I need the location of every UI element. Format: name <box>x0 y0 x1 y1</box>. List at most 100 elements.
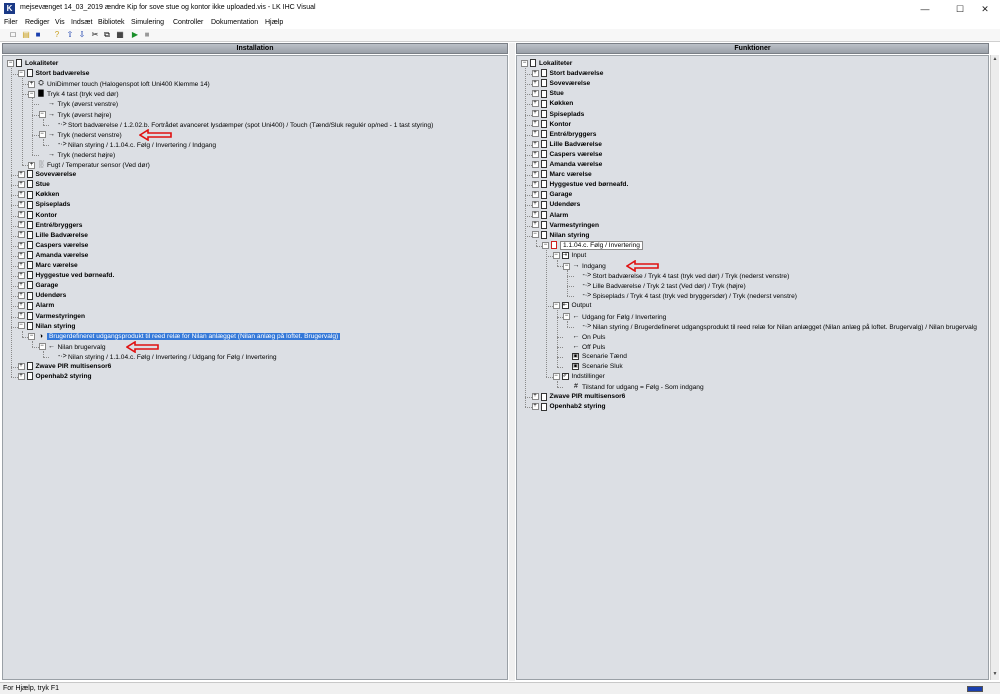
tree-node-sovev-relse[interactable]: + Soveværelse <box>17 170 76 180</box>
paste-icon[interactable]: ▦ <box>115 30 125 40</box>
download-icon[interactable]: ⇩ <box>77 30 87 40</box>
tree-node-hyggestue-ved-b-rneafd[interactable]: + Hyggestue ved børneafd. <box>17 271 114 281</box>
tree-node-alarm[interactable]: + Alarm <box>17 301 54 311</box>
expand-icon[interactable]: + <box>17 292 25 300</box>
tree-node-stue[interactable]: + Stue <box>531 89 564 99</box>
collapse-icon[interactable]: − <box>552 372 560 380</box>
tree-node-stue[interactable]: + Stue <box>17 180 50 190</box>
tree-node-garage[interactable]: + Garage <box>531 190 572 200</box>
expand-icon[interactable]: + <box>17 261 25 269</box>
collapse-icon[interactable]: − <box>17 69 25 77</box>
collapse-icon[interactable]: − <box>563 262 570 270</box>
expand-icon[interactable]: + <box>531 120 539 128</box>
tree-node-lille-badv-relse[interactable]: + Lille Badværelse <box>531 140 602 150</box>
expand-icon[interactable]: + <box>17 211 25 219</box>
tree-node-marc-v-relse[interactable]: + Marc værelse <box>17 261 78 271</box>
collapse-icon[interactable]: − <box>38 111 46 118</box>
expand-icon[interactable]: + <box>531 100 539 108</box>
tree-node-stort-badv-relse[interactable]: + Stort badværelse <box>531 69 603 79</box>
tree-node-lokaliteter[interactable]: − Lokaliteter <box>521 59 572 69</box>
expand-icon[interactable]: + <box>531 79 539 87</box>
tree-node-amanda-v-relse[interactable]: + Amanda værelse <box>17 251 88 261</box>
tree-node-sovev-relse[interactable]: + Soveværelse <box>531 79 590 89</box>
tree-node-spiseplads[interactable]: + Spiseplads <box>17 200 70 210</box>
expand-icon[interactable]: + <box>17 312 25 320</box>
tree-node-udend-rs[interactable]: + Udendørs <box>531 200 580 210</box>
menu-indsaet[interactable]: Indsæt <box>71 19 92 26</box>
tree-node-nilan-styring[interactable]: − Nilan styring <box>17 321 75 332</box>
expand-icon[interactable]: + <box>531 160 539 168</box>
tree-node-k-kken[interactable]: + Køkken <box>531 99 573 109</box>
expand-icon[interactable]: + <box>531 110 539 118</box>
expand-icon[interactable]: + <box>531 180 539 188</box>
tree-node-scenarie-sluk[interactable]: ▣ Scenarie Sluk <box>563 362 623 372</box>
tree-node-garage[interactable]: + Garage <box>17 281 58 291</box>
tree-node-hyggestue-ved-b-rneafd[interactable]: + Hyggestue ved børneafd. <box>531 180 628 190</box>
tree-node-k-kken[interactable]: + Køkken <box>17 190 59 200</box>
expand-icon[interactable]: + <box>17 251 25 259</box>
upload-icon[interactable]: ⇧ <box>65 30 75 40</box>
expand-icon[interactable]: + <box>531 90 539 98</box>
tree-node-tryk-4-tast-tryk-ved-d-r[interactable]: − ▇ Tryk 4 tast (tryk ved dør) <box>28 89 119 99</box>
tree-node-openhab2-styring[interactable]: + Openhab2 styring <box>17 372 92 382</box>
tree-node-tryk-nederst-venstre[interactable]: − → Tryk (nederst venstre) <box>38 130 122 140</box>
collapse-icon[interactable]: − <box>552 251 560 259</box>
tree-node-marc-v-relse[interactable]: + Marc værelse <box>531 170 592 180</box>
expand-icon[interactable]: + <box>17 191 25 199</box>
tree-node-caspers-v-relse[interactable]: + Caspers værelse <box>531 150 602 160</box>
save-icon[interactable]: ■ <box>33 30 43 40</box>
expand-icon[interactable]: + <box>17 201 25 209</box>
expand-icon[interactable]: + <box>531 191 539 199</box>
expand-icon[interactable]: + <box>17 362 25 370</box>
tree-node-entre-bryggers[interactable]: + Entré/bryggers <box>531 129 596 140</box>
collapse-icon[interactable]: − <box>38 131 46 139</box>
tree-node-udend-rs[interactable]: + Udendørs <box>17 291 66 301</box>
expand-icon[interactable]: + <box>531 130 539 138</box>
installation-tree[interactable]: − Lokaliteter − Stort badværelse + ⛭ UniDimmer… <box>2 55 508 680</box>
tree-node-unidimmer-touch-halogenspot-loft-uni400-[interactable]: + ⛭ UniDimmer touch (Halogenspot loft Uni4… <box>28 79 210 89</box>
tree-node-spiseplads-tryk-4-tast-tryk-ved-bryggers[interactable]: -·>Spiseplads / Tryk 4 tast (tryk ved br… <box>574 291 797 301</box>
tree-node-lille-badv-relse[interactable]: + Lille Badværelse <box>17 230 88 241</box>
tree-node-tilstand-for-udgang-f-lg-som-indgang[interactable]: # Tilstand for udgang = Følg - Som indgan… <box>563 382 704 392</box>
tree-node-tryk-verst-venstre[interactable]: → Tryk (øverst venstre) <box>39 99 118 109</box>
expand-icon[interactable]: + <box>17 271 25 279</box>
tree-node-nilan-styring-1-1-04-c-f-lg-invertering-[interactable]: -·>Nilan styring / 1.1.04.c. Følg / Inve… <box>49 140 216 150</box>
menu-simulering[interactable]: Simulering <box>131 19 164 26</box>
expand-icon[interactable]: + <box>531 211 539 219</box>
open-icon[interactable]: ▤ <box>21 30 31 40</box>
tree-node-tryk-verst-h-jre[interactable]: − → Tryk (øverst højre) <box>38 110 111 120</box>
expand-icon[interactable]: + <box>531 150 539 158</box>
tree-node-brugerdefineret-udgangsprodukt-til-reed-[interactable]: − ◑ Brugerdefineret udgangsprodukt til ree… <box>28 332 341 342</box>
scroll-up-icon[interactable]: ▲ <box>991 55 999 64</box>
new-icon[interactable]: □ <box>8 30 18 40</box>
expand-icon[interactable]: + <box>28 80 35 88</box>
tree-node-indstillinger[interactable]: − ✐ Indstillinger <box>552 372 605 382</box>
tree-node-stort-badv-relse-tryk-4-tast-tryk-ved-d-[interactable]: -·>Stort badværelse / Tryk 4 tast (tryk … <box>574 271 790 281</box>
tree-node-nilan-styring[interactable]: − Nilan styring <box>531 230 589 241</box>
tree-node-nilan-styring-brugerdefineret-udgangspro[interactable]: -·>Nilan styring / Brugerdefineret udgan… <box>574 322 977 332</box>
menu-rediger[interactable]: Rediger <box>25 19 50 26</box>
tree-node-output[interactable]: − ⇤ Output <box>552 301 591 311</box>
expand-icon[interactable]: + <box>531 170 539 178</box>
expand-icon[interactable]: + <box>531 140 539 148</box>
tree-node-amanda-v-relse[interactable]: + Amanda værelse <box>531 160 602 170</box>
tree-node-fugt-temperatur-sensor-ved-d-r[interactable]: + ░ Fugt / Temperatur sensor (Ved dør) <box>28 160 150 170</box>
tree-node-varmestyringen[interactable]: + Varmestyringen <box>531 220 599 231</box>
tree-node-entre-bryggers[interactable]: + Entré/bryggers <box>17 220 82 231</box>
expand-icon[interactable]: + <box>531 393 539 401</box>
expand-icon[interactable]: + <box>531 69 539 77</box>
expand-icon[interactable]: + <box>17 170 25 178</box>
tree-node-zwave-pir-multisensor6[interactable]: + Zwave PIR multisensor6 <box>17 362 111 372</box>
tree-node-alarm[interactable]: + Alarm <box>531 210 568 221</box>
expand-icon[interactable]: + <box>17 241 25 249</box>
tree-node-kontor[interactable]: + Kontor <box>17 210 57 221</box>
run-icon[interactable]: ▶ <box>130 30 140 40</box>
tree-node-stort-badv-relse[interactable]: − Stort badværelse <box>17 69 89 79</box>
expand-icon[interactable]: + <box>17 231 25 239</box>
tree-node-kontor[interactable]: + Kontor <box>531 119 571 130</box>
collapse-icon[interactable]: − <box>28 333 35 341</box>
tree-node-nilan-brugervalg[interactable]: − ← Nilan brugervalg <box>38 342 106 352</box>
menu-dokumentation[interactable]: Dokumentation <box>211 19 258 26</box>
menu-filer[interactable]: Filer <box>4 19 18 26</box>
tree-node-tryk-nederst-h-jre[interactable]: → Tryk (nederst højre) <box>39 150 115 160</box>
